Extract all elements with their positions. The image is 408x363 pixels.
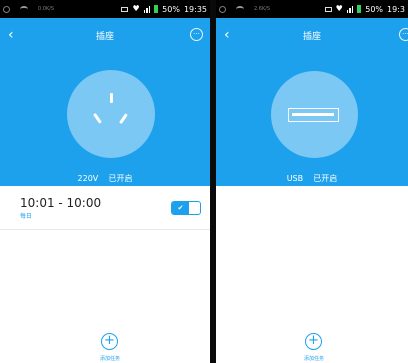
- battery-icon: [357, 5, 362, 13]
- network-speed: 0.0K/S: [38, 6, 55, 12]
- add-task-button[interactable]: +: [305, 333, 322, 350]
- clock: 19:35: [183, 4, 207, 14]
- page-dot: [314, 191, 320, 197]
- socket-status: 220V 已开启: [0, 173, 210, 184]
- device-header: ‹ 插座 ··· 220V 已开启: [0, 18, 210, 197]
- screen-socket-usb: 2.6K/S ♥ 50% 19:3 ‹ 插座 ··· USB 已开启 + 添加任…: [216, 0, 408, 363]
- timer-time-range: 10:01 - 10:00: [20, 196, 102, 210]
- notification-icon: [3, 5, 10, 13]
- screen-icon: [324, 6, 332, 12]
- more-options-icon[interactable]: ···: [399, 28, 408, 41]
- battery-percent: 50%: [365, 4, 384, 14]
- battery-icon: [154, 5, 159, 13]
- heart-icon: ♥: [132, 4, 140, 13]
- timer-list-item[interactable]: 10:01 - 10:00 每日 ✔: [0, 190, 210, 230]
- device-header: ‹ 插座 ··· USB 已开启: [216, 18, 408, 197]
- status-bar: 2.6K/S ♥ 50% 19:3: [216, 0, 408, 18]
- socket-pin-icon: [93, 113, 102, 124]
- screen-icon: [121, 6, 129, 12]
- usb-power-button[interactable]: [271, 71, 358, 158]
- network-speed: 2.6K/S: [254, 6, 271, 12]
- more-options-icon[interactable]: ···: [190, 28, 203, 41]
- notification-icon: [219, 5, 226, 13]
- socket-power-button[interactable]: [67, 70, 155, 158]
- add-task-button[interactable]: +: [101, 333, 118, 350]
- screen-socket-outlet: 0.0K/S ♥ 50% 19:35 ‹ 插座 ··· 220V 已开启 10:…: [0, 0, 210, 363]
- heart-icon: ♥: [335, 4, 343, 13]
- socket-pin-icon: [119, 113, 128, 124]
- wifi-icon: [20, 6, 28, 12]
- add-task-label: 添加任务: [99, 356, 120, 362]
- on-status-label: 已开启: [313, 174, 338, 183]
- page-title: 插座: [302, 32, 321, 42]
- usb-status: USB 已开启: [216, 173, 408, 184]
- wifi-icon: [236, 6, 244, 12]
- usb-port-icon: [288, 108, 339, 122]
- page-title: 插座: [95, 32, 114, 42]
- on-status-label: 已开启: [108, 174, 133, 183]
- page-dot: [304, 191, 310, 197]
- status-bar: 0.0K/S ♥ 50% 19:35: [0, 0, 210, 18]
- timer-repeat-label: 每日: [20, 213, 33, 220]
- page-indicator: [216, 191, 408, 197]
- add-task-label: 添加任务: [303, 356, 324, 362]
- checkmark-icon: ✔: [172, 202, 189, 214]
- voltage-label: 220V: [77, 174, 99, 183]
- clock: 19:3: [387, 4, 405, 14]
- socket-pin-icon: [110, 93, 113, 103]
- port-label: USB: [286, 174, 304, 183]
- divider: [0, 229, 210, 230]
- timer-toggle[interactable]: ✔: [171, 201, 201, 215]
- signal-icon: [143, 5, 151, 13]
- battery-percent: 50%: [162, 4, 180, 14]
- signal-icon: [346, 5, 354, 13]
